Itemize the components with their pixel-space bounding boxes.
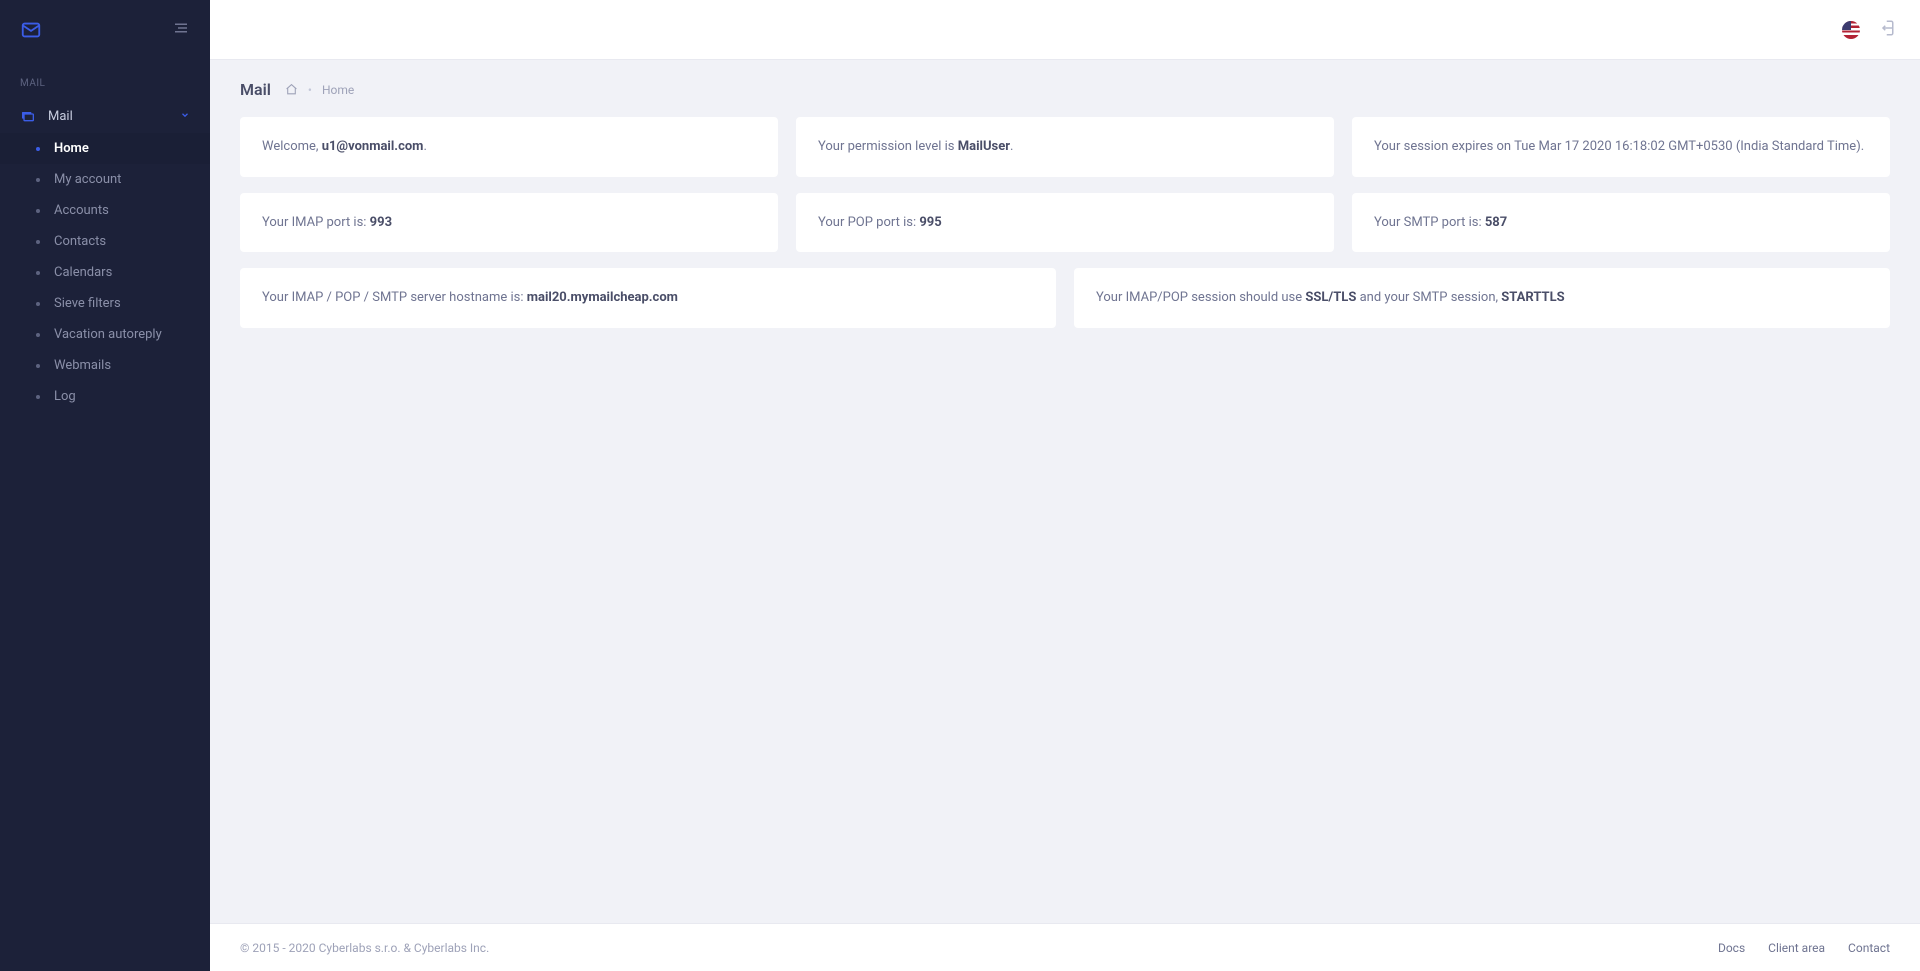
card-hostname: Your IMAP / POP / SMTP server hostname i… <box>240 268 1056 328</box>
perm-post: . <box>1010 139 1013 154</box>
card-smtp-port: Your SMTP port is: 587 <box>1352 193 1890 253</box>
bullet-icon <box>36 333 40 337</box>
breadcrumb-sep: • <box>308 83 312 97</box>
imap-pre: Your IMAP port is: <box>262 215 370 230</box>
sidebar-item-log[interactable]: Log <box>0 381 210 412</box>
sidebar-item-label: Contacts <box>54 234 106 249</box>
home-icon[interactable] <box>285 83 298 96</box>
footer: © 2015 - 2020 Cyberlabs s.r.o. & Cyberla… <box>210 923 1920 971</box>
footer-link-client-area[interactable]: Client area <box>1768 941 1825 955</box>
welcome-pre: Welcome, <box>262 139 322 154</box>
sidebar-item-label: My account <box>54 172 121 187</box>
pop-port: 995 <box>919 215 941 230</box>
sidebar-item-home[interactable]: Home <box>0 133 210 164</box>
sidebar-item-sieve-filters[interactable]: Sieve filters <box>0 288 210 319</box>
sec-mid: and your SMTP session, <box>1356 290 1501 305</box>
pop-pre: Your POP port is: <box>818 215 919 230</box>
card-security: Your IMAP/POP session should use SSL/TLS… <box>1074 268 1890 328</box>
sidebar-item-my-account[interactable]: My account <box>0 164 210 195</box>
smtp-port: 587 <box>1485 215 1507 230</box>
welcome-user: u1@vonmail.com <box>322 139 424 154</box>
imap-port: 993 <box>370 215 392 230</box>
sidebar-item-calendars[interactable]: Calendars <box>0 257 210 288</box>
card-welcome: Welcome, u1@vonmail.com. <box>240 117 778 177</box>
hostname-pre: Your IMAP / POP / SMTP server hostname i… <box>262 290 527 305</box>
sidebar-subnav: Home My account Accounts Contacts Calendars S… <box>0 133 210 412</box>
sidebar-nav: Mail <box>0 99 210 133</box>
sec-imap: SSL/TLS <box>1305 290 1356 305</box>
chevron-down-icon <box>180 109 190 124</box>
sidebar-item-contacts[interactable]: Contacts <box>0 226 210 257</box>
page-title: Mail <box>240 80 271 99</box>
sec-pre: Your IMAP/POP session should use <box>1096 290 1305 305</box>
session-text: Your session expires on Tue Mar 17 2020 … <box>1374 139 1864 154</box>
sidebar-item-vacation-autoreply[interactable]: Vacation autoreply <box>0 319 210 350</box>
card-session: Your session expires on Tue Mar 17 2020 … <box>1352 117 1890 177</box>
footer-copyright: © 2015 - 2020 Cyberlabs s.r.o. & Cyberla… <box>240 941 489 955</box>
language-flag-icon[interactable] <box>1842 21 1860 39</box>
sidebar-item-label: Webmails <box>54 358 111 373</box>
breadcrumb: • Home <box>285 83 354 97</box>
footer-link-contact[interactable]: Contact <box>1848 941 1890 955</box>
bullet-icon <box>36 147 40 151</box>
footer-link-docs[interactable]: Docs <box>1718 941 1745 955</box>
bullet-icon <box>36 178 40 182</box>
page-header: Mail • Home <box>210 60 1920 107</box>
perm-pre: Your permission level is <box>818 139 958 154</box>
sidebar-item-label: Vacation autoreply <box>54 327 162 342</box>
card-permission: Your permission level is MailUser. <box>796 117 1334 177</box>
bullet-icon <box>36 240 40 244</box>
bullet-icon <box>36 209 40 213</box>
logo-mail-icon[interactable] <box>20 19 42 41</box>
sidebar-section-label: MAIL <box>0 60 210 99</box>
bullet-icon <box>36 302 40 306</box>
sidebar-item-label: Calendars <box>54 265 112 280</box>
welcome-post: . <box>423 139 426 154</box>
breadcrumb-current: Home <box>322 83 354 97</box>
card-imap-port: Your IMAP port is: 993 <box>240 193 778 253</box>
topbar <box>210 0 1920 60</box>
sidebar-item-label: Log <box>54 389 76 404</box>
sidebar-header <box>0 0 210 60</box>
bullet-icon <box>36 271 40 275</box>
bullet-icon <box>36 395 40 399</box>
sidebar-item-label: Home <box>54 141 89 156</box>
content-area: Welcome, u1@vonmail.com. Your permission… <box>210 107 1920 923</box>
sec-smtp: STARTTLS <box>1501 290 1564 305</box>
card-pop-port: Your POP port is: 995 <box>796 193 1334 253</box>
sidebar-item-accounts[interactable]: Accounts <box>0 195 210 226</box>
perm-level: MailUser <box>958 139 1010 154</box>
bullet-icon <box>36 364 40 368</box>
smtp-pre: Your SMTP port is: <box>1374 215 1485 230</box>
mail-stack-icon <box>20 108 36 124</box>
sidebar-nav-mail-label: Mail <box>48 109 180 124</box>
sidebar: MAIL Mail Home My account Accounts Contacts… <box>0 0 210 971</box>
menu-toggle-icon[interactable] <box>172 19 190 41</box>
sidebar-item-webmails[interactable]: Webmails <box>0 350 210 381</box>
logout-icon[interactable] <box>1880 19 1898 41</box>
sidebar-nav-mail[interactable]: Mail <box>0 99 210 133</box>
hostname: mail20.mymailcheap.com <box>527 290 678 305</box>
sidebar-item-label: Accounts <box>54 203 109 218</box>
sidebar-item-label: Sieve filters <box>54 296 121 311</box>
footer-links: Docs Client area Contact <box>1698 941 1890 955</box>
